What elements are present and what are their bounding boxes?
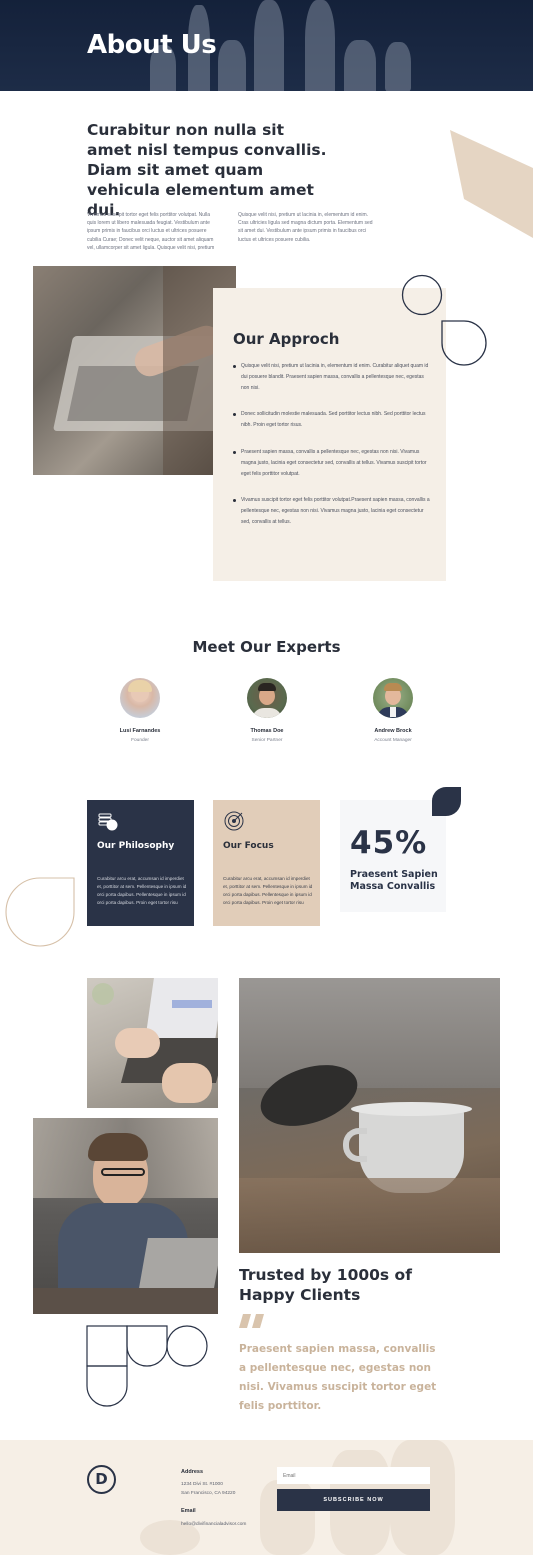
testimonial-heading: Trusted by 1000s of Happy Clients bbox=[239, 1266, 412, 1304]
card-body: Curabitur arcu erat, accumsan id imperdi… bbox=[97, 876, 187, 905]
laptop-hands-photo bbox=[87, 978, 218, 1108]
chess-piece-decoration bbox=[344, 40, 376, 91]
tan-diagonal-shape bbox=[450, 130, 533, 238]
email-input[interactable] bbox=[277, 1467, 430, 1484]
expert-role: Founder bbox=[131, 738, 149, 743]
tan-outline-drop-shape bbox=[5, 877, 75, 947]
card-title: Our Philosophy bbox=[97, 841, 175, 851]
stat-number: 45% bbox=[350, 825, 428, 861]
target-icon bbox=[224, 811, 244, 831]
philosophy-card: Our Philosophy Curabitur arcu erat, accu… bbox=[87, 800, 194, 926]
laptop-typing-photo bbox=[33, 266, 236, 475]
chess-piece-decoration bbox=[218, 40, 246, 91]
expert-card: Lusi Farnandes Founder bbox=[80, 678, 200, 743]
avatar bbox=[373, 678, 413, 718]
approach-list: Quisque velit nisi, pretium ut lacinia i… bbox=[233, 361, 433, 544]
approach-item: Vivamus suscipit tortor eget felis portt… bbox=[233, 495, 433, 527]
expert-name: Andrew Brock bbox=[374, 728, 412, 734]
focus-card: Our Focus Curabitur arcu erat, accumsan … bbox=[213, 800, 320, 926]
expert-card: Thomas Doe Senior Partner bbox=[207, 678, 327, 743]
expert-role: Senior Partner bbox=[251, 738, 283, 743]
approach-item: Praesent sapien massa, convallis a pelle… bbox=[233, 447, 433, 479]
coffee-mug-photo bbox=[239, 978, 500, 1253]
stat-label: Praesent Sapien Massa Convallis bbox=[350, 869, 438, 892]
chess-piece-decoration bbox=[254, 0, 284, 91]
hero-banner: About Us bbox=[0, 0, 533, 91]
chess-piece-decoration bbox=[305, 0, 335, 91]
stat-card: 45% Praesent Sapien Massa Convallis bbox=[340, 800, 446, 912]
avatar bbox=[120, 678, 160, 718]
page-title: About Us bbox=[87, 30, 217, 60]
email-label: Email bbox=[181, 1508, 196, 1514]
quote-icon bbox=[239, 1314, 264, 1328]
man-with-laptop-photo bbox=[33, 1118, 218, 1314]
address-label: Address bbox=[181, 1469, 204, 1475]
testimonial-quote: Praesent sapien massa, convallis a pelle… bbox=[239, 1343, 437, 1412]
address-line-2: San Francisco, CA 94220 bbox=[181, 1491, 236, 1496]
expert-name: Lusi Farnandes bbox=[119, 728, 161, 734]
navy-leaf-shape bbox=[432, 787, 461, 816]
footer: D Address 1234 Divi St. #1000 San Franci… bbox=[0, 1440, 533, 1555]
approach-title: Our Approch bbox=[233, 330, 340, 348]
subscribe-button[interactable]: SUBSCRIBE NOW bbox=[277, 1489, 430, 1511]
intro-paragraph-left: Vivamus suscipit tortor eget felis portt… bbox=[87, 212, 215, 251]
approach-item: Donec sollicitudin molestie malesuada. S… bbox=[233, 409, 433, 431]
outline-geometric-shapes bbox=[86, 1325, 208, 1407]
card-title: Our Focus bbox=[223, 841, 274, 851]
coins-icon bbox=[98, 813, 118, 831]
intro-paragraph-right: Quisque velit nisi, pretium ut lacinia i… bbox=[238, 212, 373, 243]
card-body: Curabitur arcu erat, accumsan id imperdi… bbox=[223, 876, 313, 905]
outline-shapes-decoration bbox=[401, 274, 487, 366]
address-line-1: 1234 Divi St. #1000 bbox=[181, 1482, 223, 1487]
experts-heading: Meet Our Experts bbox=[192, 638, 341, 656]
email-link[interactable]: hello@divifinancialadvisor.com bbox=[181, 1520, 246, 1529]
chess-piece-decoration bbox=[385, 42, 411, 91]
divi-logo[interactable]: D bbox=[87, 1465, 116, 1494]
expert-name: Thomas Doe bbox=[250, 728, 284, 734]
expert-role: Account Manager bbox=[374, 738, 412, 743]
intro-heading: Curabitur non nulla sit amet nisl tempus… bbox=[87, 121, 327, 219]
avatar bbox=[247, 678, 287, 718]
expert-card: Andrew Brock Account Manager bbox=[333, 678, 453, 743]
